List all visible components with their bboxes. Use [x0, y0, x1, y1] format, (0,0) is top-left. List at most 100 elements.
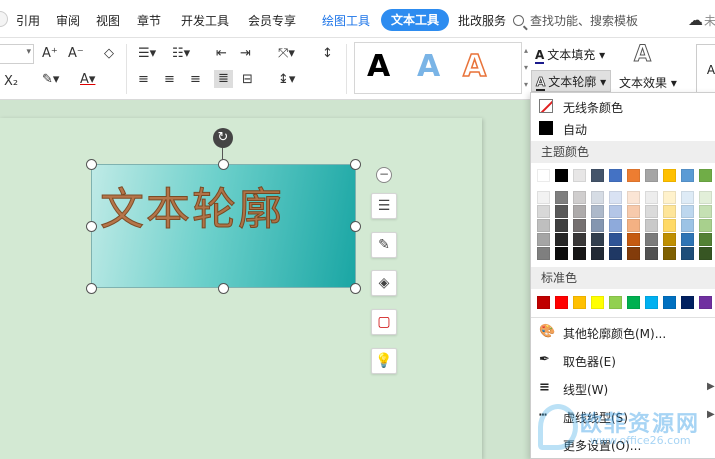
text-effect-icon[interactable]: A [633, 42, 651, 68]
color-swatch[interactable] [645, 205, 658, 218]
resize-handle-top[interactable] [218, 159, 229, 170]
color-swatch[interactable] [555, 219, 568, 232]
color-swatch[interactable] [555, 191, 568, 204]
text-direction-icon[interactable]: ⤧▾ [278, 46, 295, 62]
color-swatch[interactable] [645, 191, 658, 204]
color-swatch[interactable] [645, 296, 658, 309]
color-swatch[interactable] [537, 169, 550, 182]
color-swatch[interactable] [573, 247, 586, 260]
color-swatch[interactable] [609, 219, 622, 232]
text-outline-button[interactable]: A 文本轮廓 ▾ [531, 70, 612, 92]
color-swatch[interactable] [573, 191, 586, 204]
color-swatch[interactable] [681, 247, 694, 260]
color-swatch[interactable] [537, 296, 550, 309]
grow-font-icon[interactable]: A⁺ [42, 46, 58, 62]
color-swatch[interactable] [663, 169, 676, 182]
collapse-toolbar-icon[interactable]: − [376, 167, 392, 183]
highlight-icon[interactable]: ✎▾ [42, 72, 59, 88]
scroll-left-button[interactable] [0, 11, 8, 27]
color-swatch[interactable] [681, 169, 694, 182]
color-swatch[interactable] [627, 191, 640, 204]
color-swatch[interactable] [663, 233, 676, 246]
more-outline-colors-option[interactable]: 🎨 其他轮廓颜色(M)... [531, 321, 715, 343]
shrink-font-icon[interactable]: A⁻ [68, 46, 84, 62]
color-swatch[interactable] [699, 296, 712, 309]
color-swatch[interactable] [699, 191, 712, 204]
color-swatch[interactable] [627, 247, 640, 260]
wordart-style-blue[interactable]: A [417, 47, 440, 87]
sort-icon[interactable]: ↕ [322, 46, 333, 62]
color-swatch[interactable] [573, 296, 586, 309]
color-swatch[interactable] [681, 205, 694, 218]
subscript-icon[interactable]: X₂ [4, 74, 18, 90]
align-right-icon[interactable]: ≡ [190, 72, 201, 88]
resize-handle-top-right[interactable] [350, 159, 361, 170]
color-swatch[interactable] [573, 219, 586, 232]
color-swatch[interactable] [555, 169, 568, 182]
color-swatch[interactable] [699, 205, 712, 218]
line-type-option[interactable]: ≡ 线型(W) ▶ [531, 377, 715, 399]
color-swatch[interactable] [555, 296, 568, 309]
layout-options-icon[interactable]: ☰ [371, 193, 397, 219]
color-swatch[interactable] [591, 247, 604, 260]
color-swatch[interactable] [645, 169, 658, 182]
wordart-style-orange-outline[interactable]: A [462, 47, 487, 87]
color-swatch[interactable] [609, 191, 622, 204]
rotate-handle-icon[interactable]: ↻ [213, 128, 233, 148]
color-swatch[interactable] [555, 247, 568, 260]
color-swatch[interactable] [663, 247, 676, 260]
color-swatch[interactable] [681, 296, 694, 309]
color-swatch[interactable] [699, 169, 712, 182]
color-swatch[interactable] [699, 219, 712, 232]
color-swatch[interactable] [663, 219, 676, 232]
tab-text-tools[interactable]: 文本工具 [381, 9, 449, 31]
text-fill-button[interactable]: A 文本填充 ▾ [535, 46, 605, 64]
align-left-icon[interactable]: ≡ [138, 72, 149, 88]
text-box[interactable]: 文本轮廓 [91, 164, 356, 288]
search-box[interactable]: 查找功能、搜索模板 [513, 12, 638, 29]
resize-handle-top-left[interactable] [86, 159, 97, 170]
color-swatch[interactable] [627, 169, 640, 182]
color-swatch[interactable] [663, 296, 676, 309]
color-swatch[interactable] [537, 205, 550, 218]
color-swatch[interactable] [537, 233, 550, 246]
gallery-scroll-buttons[interactable]: ▴ ▾ ▾ [522, 42, 530, 94]
color-swatch[interactable] [627, 205, 640, 218]
clear-format-icon[interactable]: ◇ [104, 46, 114, 62]
more-settings-option[interactable]: 更多设置(O)... [531, 433, 715, 455]
color-swatch[interactable] [681, 191, 694, 204]
color-swatch[interactable] [573, 233, 586, 246]
align-center-icon[interactable]: ≡ [164, 72, 175, 88]
resize-handle-right[interactable] [350, 221, 361, 232]
color-swatch[interactable] [699, 247, 712, 260]
color-swatch[interactable] [537, 191, 550, 204]
eyedropper-option[interactable]: ✒ 取色器(E) [531, 349, 715, 371]
no-line-color-option[interactable]: 无线条颜色 [531, 95, 715, 117]
text-effect-button[interactable]: 文本效果 ▾ [619, 74, 677, 91]
color-swatch[interactable] [555, 205, 568, 218]
font-size-select[interactable] [0, 44, 34, 64]
color-swatch[interactable] [645, 219, 658, 232]
bullet-list-icon[interactable]: ☰▾ [138, 46, 156, 62]
numbered-list-icon[interactable]: ☷▾ [172, 46, 190, 62]
color-swatch[interactable] [645, 247, 658, 260]
menu-member[interactable]: 会员专享 [248, 12, 296, 29]
color-swatch[interactable] [681, 219, 694, 232]
tab-drawing-tools[interactable]: 绘图工具 [322, 12, 370, 29]
color-swatch[interactable] [645, 233, 658, 246]
resize-handle-bottom[interactable] [218, 283, 229, 294]
color-swatch[interactable] [609, 169, 622, 182]
justify-icon[interactable]: ≣ [214, 70, 233, 88]
shape-fill-icon[interactable]: ◈ [371, 270, 397, 296]
color-swatch[interactable] [555, 233, 568, 246]
increase-indent-icon[interactable]: ⇥ [240, 46, 251, 62]
color-swatch[interactable] [627, 233, 640, 246]
color-swatch[interactable] [627, 296, 640, 309]
color-swatch[interactable] [591, 191, 604, 204]
resize-handle-bottom-left[interactable] [86, 283, 97, 294]
smart-tips-icon[interactable]: 💡 [371, 348, 397, 374]
color-swatch[interactable] [609, 233, 622, 246]
color-swatch[interactable] [609, 247, 622, 260]
color-swatch[interactable] [699, 233, 712, 246]
color-swatch[interactable] [609, 296, 622, 309]
